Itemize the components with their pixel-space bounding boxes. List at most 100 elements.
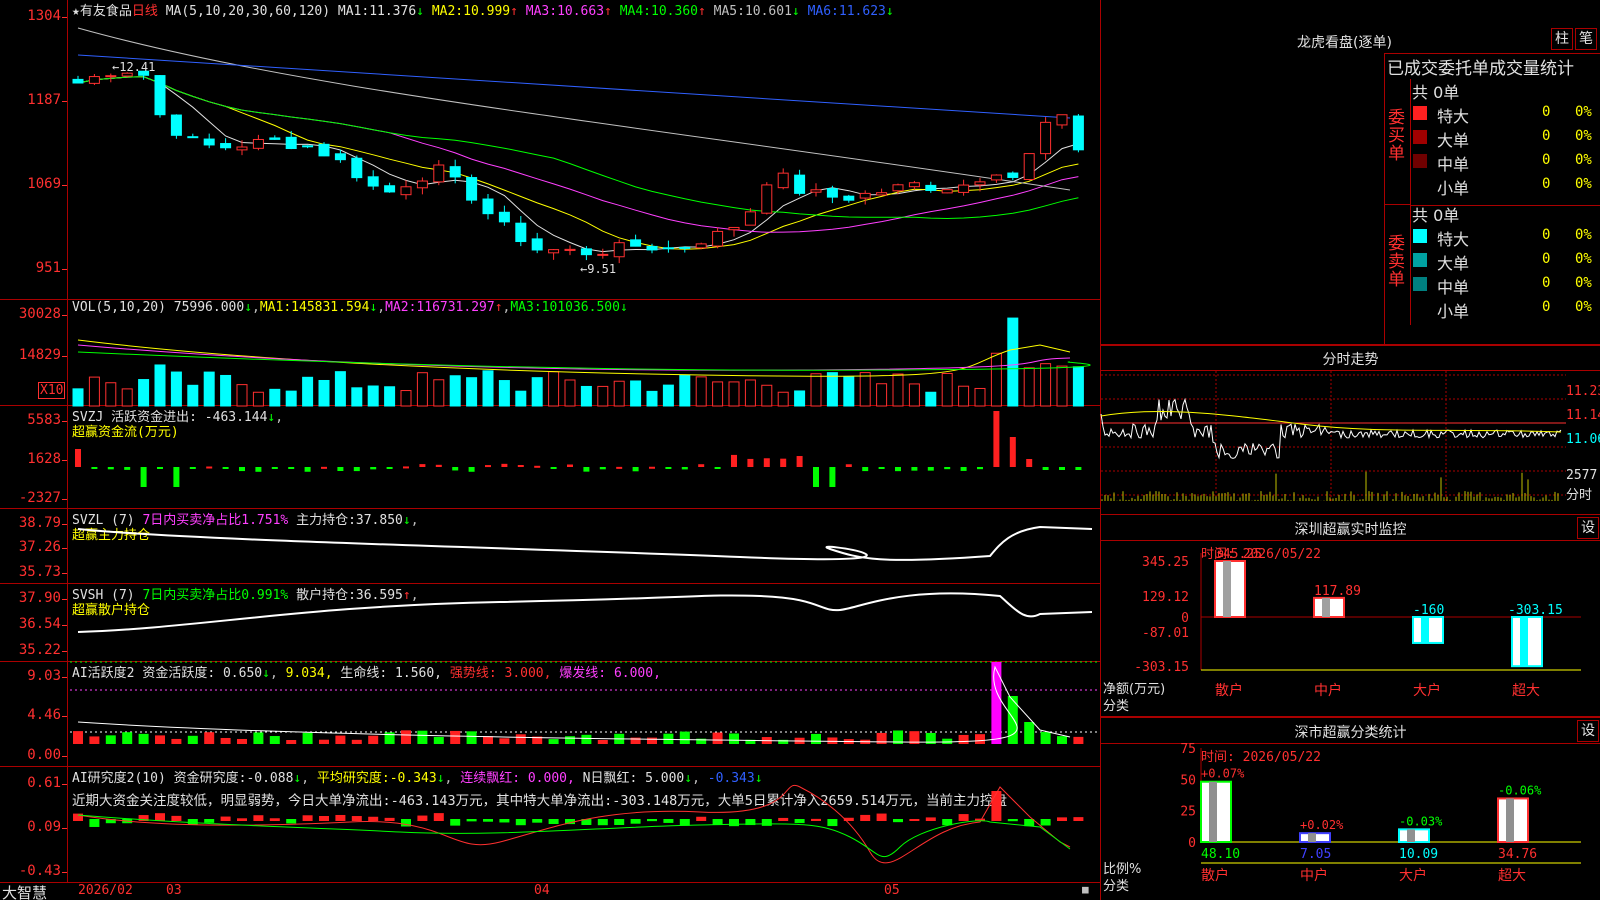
y-tick: -87.01 [1142,626,1189,641]
volume-bar [859,372,871,407]
activity-bar [253,732,264,744]
monitor-panel[interactable]: 深圳超赢实时监控 设 时间: 2026/05/22 净额(万元) 分类 345.… [1100,515,1600,717]
order-percent: 0% [1575,299,1592,315]
volume-bar [203,371,215,407]
activity-bar [483,736,493,744]
flow-bar [271,467,278,469]
research-bar [532,819,543,823]
volume-bar [695,376,707,407]
flow-bar [107,467,114,470]
volume-bar [154,364,166,407]
volume-bar [400,390,412,407]
research-bar [302,815,313,821]
sell-side-label: 委卖单 [1388,234,1405,290]
flow-bar [452,467,459,471]
candle [318,143,330,157]
y-tick: 75 [1180,742,1196,757]
candle [990,174,1002,181]
category-label: 中户 [1314,682,1342,699]
flow-bar [157,467,163,469]
candle [662,247,674,250]
volume-bar [744,379,756,407]
flow-bar [813,467,819,487]
ratio-chart: 75 50 25 0 +0.07% 48.10 散户 +0.02% 7.05 中户 -0.03% 10… [1180,742,1581,884]
svsh-panel[interactable]: 37.90 36.54 35.22 SVSH (7) 7日内买卖净占比0.991… [0,584,1100,662]
candle [384,185,396,193]
candle [187,136,199,139]
research-bar [499,819,510,823]
intraday-panel[interactable]: 分时走势 11.23 11.14 11.06 2577 分时 [1100,345,1600,515]
candle [876,192,888,196]
change-label: -0.03% [1399,814,1443,828]
candle [531,238,543,251]
order-total: 共 0单 [1412,83,1460,102]
ai-research-panel[interactable]: 0.61 0.09 -0.43 AI研究度2(10) 资金研究度:-0.088↓… [0,767,1100,882]
order-count: 0 [1542,104,1551,120]
svzl-panel[interactable]: 38.79 37.26 35.73 SVZL (7) 7日内买卖净占比1.751… [0,509,1100,584]
candle [1072,115,1084,151]
volume-bar [384,386,396,407]
classify-panel[interactable]: 深市超赢分类统计 设 时间: 2026/05/22 比例% 分类 75 50 25 0… [1100,717,1600,900]
research-bar [925,817,936,821]
ai-activity-panel[interactable]: 9.03 4.46 0.00 AI活跃度2 资金活跃度: 0.650↓, 9.0… [0,661,1100,767]
ratio-bar-shade [1407,829,1415,842]
candle [941,189,953,194]
activity-bar [679,731,690,744]
date-tick: 2026/02 [78,883,133,898]
flow-bar [534,465,541,468]
candlestick-chart [72,27,1084,264]
activity-bar [138,733,149,744]
candle [351,157,363,179]
volume-bar [1007,317,1019,407]
candle [843,195,855,201]
research-bar [171,815,182,821]
volume-bars [72,317,1091,407]
volume-bar [187,384,199,407]
value-label: 10.09 [1399,847,1438,862]
flow-bar [485,465,491,468]
flow-bar [435,464,442,467]
candle [859,192,871,199]
tick-mode-button[interactable]: 笔 [1575,28,1597,50]
volume-bar [925,391,937,407]
flow-bar [124,467,131,470]
flow-bar [665,467,672,469]
lock-icon[interactable]: ■ [1082,883,1089,896]
ma-line [77,76,1079,253]
research-bar [286,819,297,824]
activity-bar [647,737,657,744]
order-type: 特大 [1437,107,1470,126]
flow-bar [91,467,98,469]
activity-bar [811,733,821,744]
volume-bar [810,373,822,407]
activity-bar [499,738,510,744]
candle [908,182,920,188]
dragon-tiger-panel: 龙虎看盘(逐单) 柱 笔 已成交委托单成交量统计 委买单 委卖单 共 0单 特大 0… [1100,0,1600,345]
order-type: 特大 [1437,230,1470,249]
research-bar [778,817,789,821]
volume-panel[interactable]: 30028 14829 X10 VOL(5,10,20) 75996.000↓,… [0,300,1100,407]
y-tick: 129.12 [1142,590,1189,605]
flow-bar [386,467,393,469]
flow-bar [583,467,590,472]
svzj-panel[interactable]: 5583 1628 -2327 SVZJ 活跃资金进出: -463.144↓, … [0,406,1100,509]
research-bar [679,819,690,826]
volume-bar [269,388,281,407]
candle [712,230,724,247]
activity-bar [105,735,116,744]
flow-bar [681,467,688,470]
candle [203,138,215,146]
dragon-title: 龙虎看盘(逐单) [1297,35,1392,51]
order-color-swatch [1413,253,1427,267]
activity-bar [597,739,608,744]
research-bar [991,791,1002,821]
change-label: +0.07% [1201,767,1245,781]
research-bar [761,819,772,826]
kline-panel[interactable]: 1304 1187 1069 951 ★有友食品日线 MA(5,10,20,30… [0,0,1100,300]
flow-bar [763,458,770,467]
bar-mode-button[interactable]: 柱 [1551,28,1573,50]
flow-bar [616,466,623,469]
order-type: 小单 [1437,302,1470,321]
candle [170,114,182,136]
candle [334,153,346,161]
